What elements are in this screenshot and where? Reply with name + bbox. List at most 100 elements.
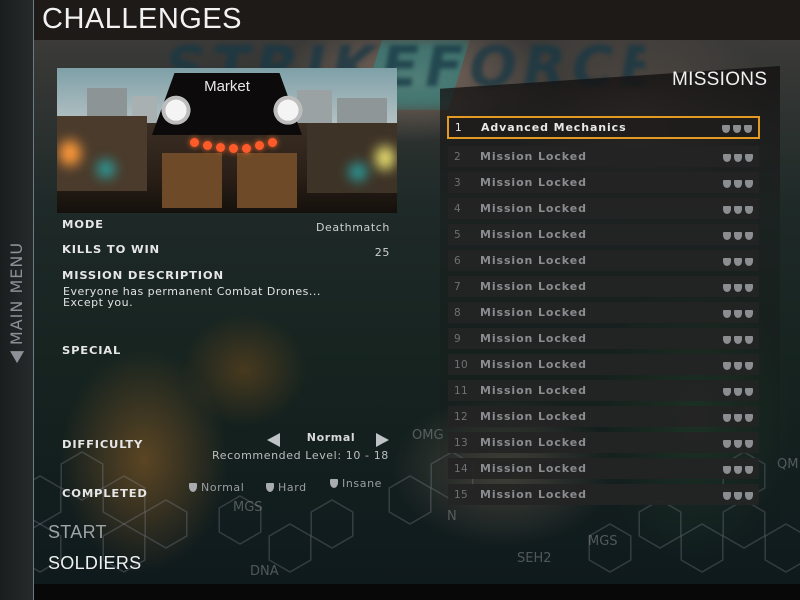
completed-normal-label: Normal — [201, 481, 245, 494]
page-title: CHALLENGES — [42, 3, 243, 35]
shield-icon — [733, 124, 741, 133]
completed-normal: Normal — [189, 481, 244, 494]
difficulty-next-arrow-icon[interactable] — [376, 433, 389, 447]
shield-icon — [745, 465, 753, 474]
bottom-bar — [34, 584, 800, 600]
mission-difficulty-shields — [723, 361, 759, 370]
start-button[interactable]: START — [48, 522, 107, 543]
shield-icon — [723, 413, 731, 422]
mission-row[interactable]: 13 Mission Locked — [448, 432, 759, 453]
shield-icon — [723, 231, 731, 240]
mission-row[interactable]: 11 Mission Locked — [448, 380, 759, 401]
shield-icon — [734, 413, 742, 422]
mission-row[interactable]: 14 Mission Locked — [448, 458, 759, 479]
main-menu-button[interactable]: MAIN MENU — [0, 225, 33, 380]
shield-icon — [723, 153, 731, 162]
mission-difficulty-shields — [723, 205, 759, 214]
mission-name: Mission Locked — [480, 306, 587, 319]
mission-name: Mission Locked — [480, 488, 587, 501]
shield-icon — [189, 483, 197, 492]
shield-icon — [734, 283, 742, 292]
shield-icon — [723, 491, 731, 500]
shield-icon — [745, 387, 753, 396]
mission-number: 2 — [454, 150, 461, 163]
shield-icon — [330, 479, 338, 488]
difficulty-prev-arrow-icon[interactable] — [267, 433, 280, 447]
shield-icon — [734, 491, 742, 500]
mission-name: Mission Locked — [480, 384, 587, 397]
hex-label: QM — [777, 457, 799, 472]
shield-icon — [745, 179, 753, 188]
special-label: SPECIAL — [62, 343, 122, 357]
map-light — [349, 163, 367, 181]
mission-row[interactable]: 12 Mission Locked — [448, 406, 759, 427]
hex-label: OMG — [412, 428, 444, 443]
hex-label: SEH2 — [517, 551, 552, 566]
mission-number: 14 — [454, 462, 468, 475]
mission-number: 11 — [454, 384, 468, 397]
completed-label: COMPLETED — [62, 486, 148, 500]
map-light — [375, 146, 395, 170]
lantern — [242, 144, 251, 153]
mission-row[interactable]: 8 Mission Locked — [448, 302, 759, 323]
mission-row[interactable]: 7 Mission Locked — [448, 276, 759, 297]
map-name: Market — [204, 78, 250, 95]
completed-insane: Insane — [330, 477, 382, 490]
shield-icon — [745, 283, 753, 292]
shield-icon — [745, 335, 753, 344]
mission-row[interactable]: 5 Mission Locked — [448, 224, 759, 245]
mission-number: 3 — [454, 176, 461, 189]
mission-difficulty-shields — [723, 179, 759, 188]
mission-difficulty-shields — [723, 387, 759, 396]
mission-row[interactable]: 15 Mission Locked — [448, 484, 759, 505]
mission-difficulty-shields — [723, 283, 759, 292]
shield-icon — [723, 309, 731, 318]
mission-row[interactable]: 6 Mission Locked — [448, 250, 759, 271]
mission-row[interactable]: 3 Mission Locked — [448, 172, 759, 193]
lantern — [203, 141, 212, 150]
map-light — [59, 140, 81, 166]
shield-icon — [745, 309, 753, 318]
mission-number: 7 — [454, 280, 461, 293]
shield-icon — [734, 309, 742, 318]
lantern — [255, 141, 264, 150]
mission-name: Mission Locked — [480, 202, 587, 215]
shield-icon — [723, 465, 731, 474]
mission-name: Mission Locked — [480, 462, 587, 475]
shield-icon — [723, 283, 731, 292]
soldiers-button[interactable]: SOLDIERS — [48, 553, 141, 574]
mission-row[interactable]: 10 Mission Locked — [448, 354, 759, 375]
mission-row[interactable]: 4 Mission Locked — [448, 198, 759, 219]
lantern — [268, 138, 277, 147]
mission-name: Mission Locked — [480, 280, 587, 293]
mission-name: Mission Locked — [480, 228, 587, 241]
kills-to-win-value: 25 — [374, 246, 390, 259]
mission-name: Mission Locked — [480, 436, 587, 449]
mission-difficulty-shields — [723, 257, 759, 266]
hex-label: MGS — [233, 500, 263, 515]
mission-number: 6 — [454, 254, 461, 267]
mission-number: 1 — [455, 121, 462, 134]
mission-row[interactable]: 9 Mission Locked — [448, 328, 759, 349]
mission-row[interactable]: 1 Advanced Mechanics — [447, 116, 760, 139]
completed-insane-label: Insane — [342, 477, 383, 490]
difficulty-value: Normal — [306, 431, 356, 444]
mission-difficulty-shields — [723, 153, 759, 162]
mission-difficulty-shields — [723, 335, 759, 344]
shield-icon — [734, 205, 742, 214]
mission-difficulty-shields — [723, 309, 759, 318]
map-light — [97, 160, 115, 178]
shield-icon — [723, 361, 731, 370]
mission-number: 9 — [454, 332, 461, 345]
dragon-emblem-icon — [159, 94, 193, 130]
mission-number: 8 — [454, 306, 461, 319]
mission-row[interactable]: 2 Mission Locked — [448, 146, 759, 167]
mission-description: Everyone has permanent Combat Drones... … — [63, 286, 393, 308]
mission-difficulty-shields — [723, 413, 759, 422]
lantern — [216, 143, 225, 152]
hex-label: DNA — [250, 564, 279, 579]
mission-difficulty-shields — [723, 231, 759, 240]
shield-icon — [734, 153, 742, 162]
missions-title: MISSIONS — [672, 69, 768, 90]
hex-label: MGS — [588, 534, 618, 549]
